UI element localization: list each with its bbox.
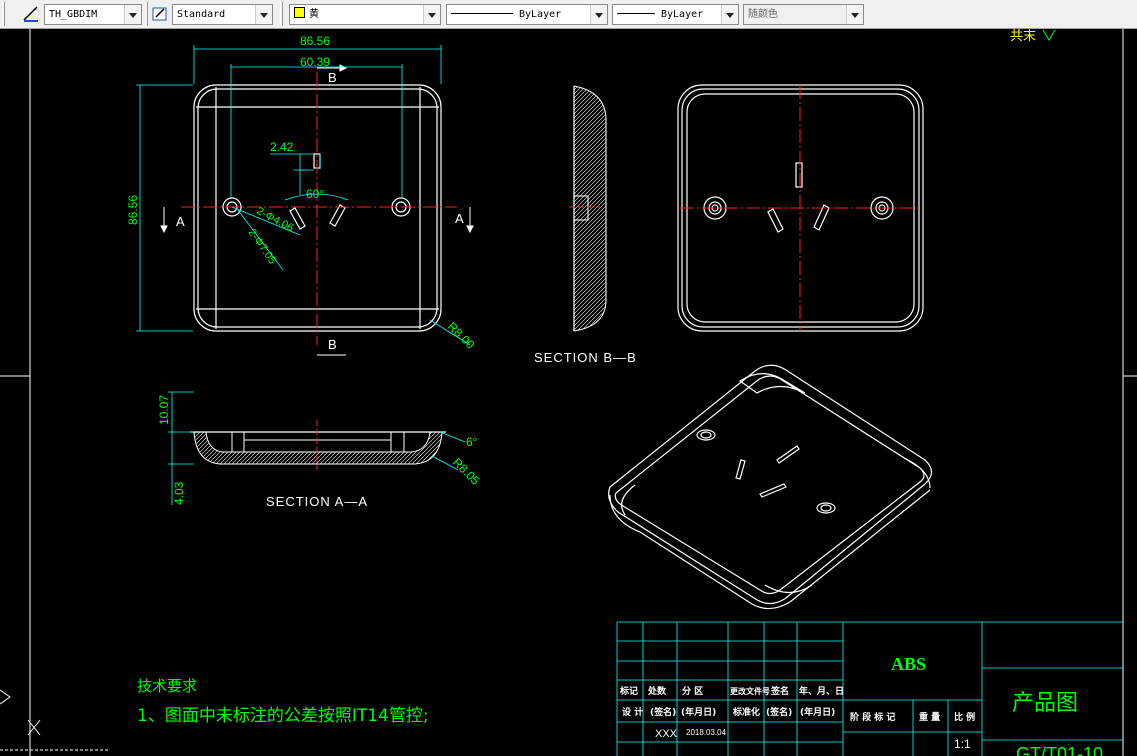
- tb-date-value: 2018.03.04: [686, 728, 727, 737]
- text-style-select[interactable]: Standard: [172, 4, 273, 25]
- dim-width-inner: 60.39: [300, 55, 330, 69]
- dim-height-2: 4.03: [172, 481, 186, 505]
- section-mark-a-right: A: [455, 211, 464, 226]
- chevron-down-icon[interactable]: [590, 5, 607, 24]
- tb-hdr-zone: 分 区: [682, 685, 703, 697]
- line-sample-icon: [451, 13, 513, 14]
- section-mark-b-top: B: [328, 70, 337, 85]
- section-bb-view: SECTION B—B: [534, 85, 637, 365]
- lineweight-select[interactable]: ByLayer: [612, 4, 739, 25]
- dimension-style-icon[interactable]: [22, 5, 40, 23]
- tb-designer: XXX: [655, 728, 678, 740]
- text-style-icon[interactable]: [151, 5, 169, 23]
- dim-height-1: 10.07: [157, 395, 171, 425]
- section-mark-a-left: A: [176, 214, 185, 229]
- chevron-down-icon[interactable]: [255, 5, 272, 24]
- properties-toolbar: TH_GBDIM Standard 黄 ByLayer ByLayer 随颜色: [0, 0, 1137, 29]
- drawing-canvas[interactable]: 共末 A A B B 86.56 60.39 86.56 2.42 60° 2-…: [0, 29, 1137, 756]
- title-block: 标记 处数 分 区 更改文件号 签名 年、月、日 设 计 (签名) (年月日) …: [616, 621, 1123, 756]
- chevron-down-icon[interactable]: [124, 5, 141, 24]
- plot-style-value: 随颜色: [748, 9, 778, 20]
- tb-stage-mark: 阶 段 标 记: [850, 711, 895, 723]
- plot-style-select: 随颜色: [743, 4, 864, 25]
- chevron-down-icon[interactable]: [423, 5, 440, 24]
- technical-requirements: 技术要求 1、图面中未标注的公差按照IT14管控;: [137, 677, 429, 726]
- tech-req-title: 技术要求: [137, 677, 197, 695]
- tb-material: ABS: [891, 654, 926, 674]
- lineweight-value: ByLayer: [661, 9, 704, 20]
- pin-slot-right: [329, 204, 346, 227]
- dim-angle: 60°: [306, 187, 324, 201]
- tb-hdr-mark: 标记: [619, 685, 638, 697]
- toolbar-grip[interactable]: [280, 2, 283, 26]
- tb-drawing-name: 产品图: [1012, 691, 1078, 716]
- toolbar-grip[interactable]: [2, 2, 5, 26]
- back-view: [677, 84, 924, 332]
- tb-hdr-change-doc: 更改文件号: [730, 686, 770, 696]
- tb-scale-label: 比 例: [954, 711, 975, 723]
- line-sample-icon: [617, 13, 655, 14]
- tb-hdr-count: 处数: [647, 685, 667, 697]
- chevron-down-icon[interactable]: [721, 5, 738, 24]
- dim-hole-small: 2-Φ4.06: [255, 205, 296, 234]
- dim-slot-width: 2.42: [270, 140, 294, 154]
- tb-design: 设 计: [622, 706, 643, 718]
- text-style-value: Standard: [177, 9, 226, 20]
- toolbar-grip[interactable]: [145, 2, 148, 26]
- section-aa-view: 10.07 4.03 6° R8.05 SECTION A—A: [157, 391, 483, 509]
- tb-design-date: (年月日): [681, 706, 716, 718]
- color-select[interactable]: 黄: [289, 4, 441, 25]
- dim-width-outer: 86.56: [300, 34, 330, 48]
- dim-hole-large: 2-Φ7.05: [246, 227, 279, 267]
- chevron-down-icon: [846, 5, 863, 24]
- dim-radius: R8.00: [445, 319, 478, 352]
- color-swatch-icon: [294, 7, 305, 18]
- tb-design-sign: (签名): [650, 706, 676, 718]
- dim-height: 86.56: [126, 195, 140, 225]
- tech-req-item-1: 1、图面中未标注的公差按照IT14管控;: [137, 706, 429, 726]
- section-bb-label: SECTION B—B: [534, 350, 637, 365]
- ucs-icon: [0, 689, 110, 751]
- tb-standardize: 标准化: [732, 706, 760, 718]
- linetype-select[interactable]: ByLayer: [446, 4, 608, 25]
- tb-weight: 重 量: [919, 711, 940, 723]
- section-mark-b-bottom: B: [328, 337, 337, 352]
- chevron-down-icon: [1042, 29, 1056, 41]
- tb-standardize-date: (年月日): [800, 706, 835, 718]
- tb-hdr-date: 年、月、日: [799, 685, 844, 697]
- dimension-style-value: TH_GBDIM: [49, 9, 98, 20]
- drawing-frame: [0, 29, 1137, 756]
- front-view: A A B B 86.56 60.39 86.56 2.42 60° 2-Φ4.…: [126, 34, 478, 356]
- section-aa-label: SECTION A—A: [266, 494, 368, 509]
- tb-drawing-code: GT/T01-10: [1016, 744, 1103, 756]
- dim-radius-aa: R8.05: [450, 455, 483, 488]
- linetype-value: ByLayer: [519, 9, 562, 20]
- corner-label: 共末: [1010, 29, 1036, 44]
- tb-hdr-sign: 签名: [770, 685, 789, 697]
- tb-standardize-sign: (签名): [766, 706, 792, 718]
- isometric-view: [608, 364, 933, 610]
- color-value: 黄: [309, 9, 319, 20]
- tb-scale-value: 1:1: [954, 737, 971, 751]
- dimension-style-select[interactable]: TH_GBDIM: [44, 4, 142, 25]
- dim-angle-aa: 6°: [466, 435, 478, 449]
